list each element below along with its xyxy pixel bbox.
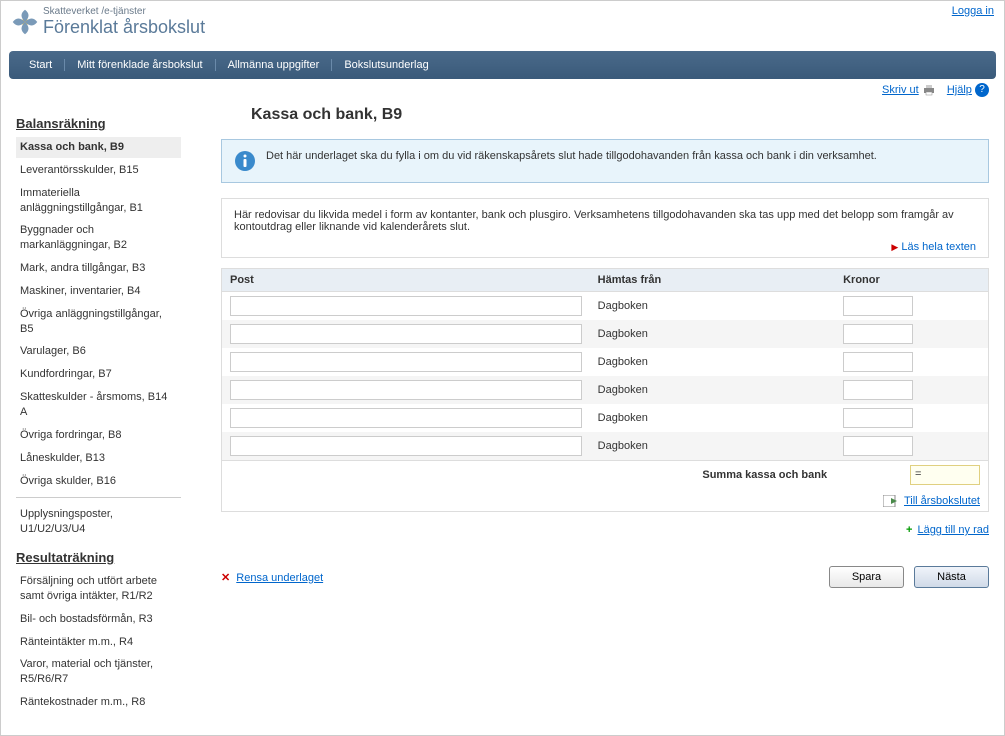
sidebar-item[interactable]: Leverantörsskulder, B15 [16,160,181,181]
nav-start[interactable]: Start [24,59,65,71]
goto-icon [883,495,899,507]
nav-boksluts[interactable]: Bokslutsunderlag [332,59,440,71]
plus-icon: + [906,524,912,536]
post-input[interactable] [230,436,582,456]
help-link[interactable]: Hjälp [947,84,972,96]
goto-link[interactable]: Till årsbokslutet [904,495,980,507]
login-link[interactable]: Logga in [952,5,994,17]
table-row: Dagboken [222,404,989,432]
save-button[interactable]: Spara [829,566,904,588]
kr-input[interactable] [843,380,913,400]
post-input[interactable] [230,324,582,344]
header: Logga in Skatteverket /e-tjänster Förenk… [1,1,1004,51]
kr-input[interactable] [843,296,913,316]
data-table: Post Hämtas från Kronor Dagboken Dagboke… [221,268,989,512]
nav-allmanna[interactable]: Allmänna uppgifter [216,59,333,71]
sidebar-item[interactable]: Varor, material och tjänster, R5/R6/R7 [16,654,181,690]
sum-label: Summa kassa och bank [590,461,835,490]
col-kr: Kronor [835,269,988,292]
from-cell: Dagboken [590,348,835,376]
logo-icon [11,8,39,36]
sidebar: Balansräkning Kassa och bank, B9 Leveran… [16,106,181,715]
clear-link[interactable]: Rensa underlaget [236,572,323,584]
kr-input[interactable] [843,408,913,428]
sidebar-item[interactable]: Maskiner, inventarier, B4 [16,281,181,302]
sidebar-item[interactable]: Byggnader och markanläggningar, B2 [16,220,181,256]
col-from: Hämtas från [590,269,835,292]
sidebar-item[interactable]: Övriga skulder, B16 [16,471,181,492]
sidebar-item[interactable]: Övriga fordringar, B8 [16,425,181,446]
post-input[interactable] [230,296,582,316]
from-cell: Dagboken [590,292,835,321]
sum-value: = [910,465,980,485]
from-cell: Dagboken [590,404,835,432]
kr-input[interactable] [843,352,913,372]
info-text: Det här underlaget ska du fylla i om du … [266,150,877,162]
kr-input[interactable] [843,436,913,456]
header-title: Förenklat årsbokslut [43,17,205,38]
from-cell: Dagboken [590,376,835,404]
read-more-link[interactable]: Läs hela texten [901,241,976,253]
table-row: Dagboken [222,376,989,404]
table-row: Dagboken [222,432,989,461]
from-cell: Dagboken [590,320,835,348]
triangle-icon: ▶ [891,242,898,252]
sidebar-resultat-header: Resultaträkning [16,550,181,565]
header-subtitle: Skatteverket /e-tjänster [43,6,205,17]
post-input[interactable] [230,352,582,372]
description-box: Här redovisar du likvida medel i form av… [221,198,989,258]
sidebar-item[interactable]: Varulager, B6 [16,341,181,362]
kr-input[interactable] [843,324,913,344]
navbar: Start Mitt förenklade årsbokslut Allmänn… [9,51,996,79]
add-row-link[interactable]: Lägg till ny rad [917,524,989,536]
next-button[interactable]: Nästa [914,566,989,588]
sidebar-item[interactable]: Låneskulder, B13 [16,448,181,469]
help-icon[interactable]: ? [975,83,989,97]
sidebar-item[interactable]: Bil- och bostadsförmån, R3 [16,609,181,630]
sidebar-item[interactable]: Skatteskulder - årsmoms, B14 A [16,387,181,423]
info-icon [234,150,256,172]
table-row: Dagboken [222,292,989,321]
toolbar: Skriv ut Hjälp ? [1,79,1004,101]
col-post: Post [222,269,590,292]
sidebar-item[interactable]: Övriga anläggningstillgångar, B5 [16,304,181,340]
sidebar-item[interactable]: Mark, andra tillgångar, B3 [16,258,181,279]
sidebar-item[interactable]: Ränteintäkter m.m., R4 [16,632,181,653]
table-row: Dagboken [222,320,989,348]
x-icon: ✕ [221,572,230,584]
post-input[interactable] [230,408,582,428]
info-box: Det här underlaget ska du fylla i om du … [221,139,989,183]
post-input[interactable] [230,380,582,400]
sidebar-item[interactable]: Upplysningsposter, U1/U2/U3/U4 [16,504,181,540]
goto-row: Till årsbokslutet [222,489,989,512]
sidebar-item[interactable]: Immateriella anläggningstillgångar, B1 [16,183,181,219]
sidebar-item[interactable]: Kassa och bank, B9 [16,137,181,158]
sidebar-item[interactable]: Kundfordringar, B7 [16,364,181,385]
sidebar-balans-header: Balansräkning [16,116,181,131]
table-row: Dagboken [222,348,989,376]
print-link[interactable]: Skriv ut [882,84,919,96]
sidebar-item[interactable]: Försäljning och utfört arbete samt övrig… [16,571,181,607]
sum-row: Summa kassa och bank = [222,461,989,490]
from-cell: Dagboken [590,432,835,461]
description-text: Här redovisar du likvida medel i form av… [234,209,976,233]
print-icon [922,84,936,96]
sidebar-item[interactable]: Räntekostnader m.m., R8 [16,692,181,713]
page-title: Kassa och bank, B9 [251,106,989,124]
nav-mitt[interactable]: Mitt förenklade årsbokslut [65,59,215,71]
